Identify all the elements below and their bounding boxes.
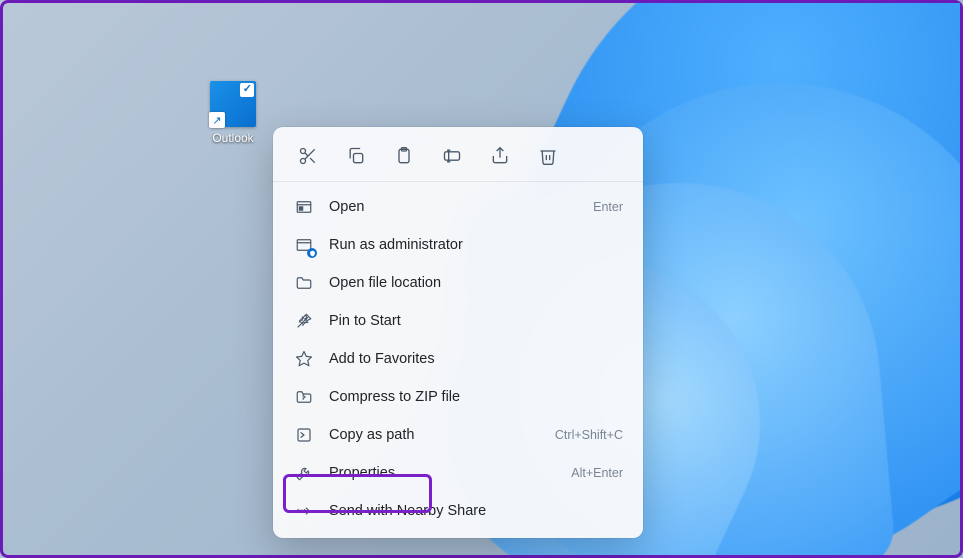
menu-item-label: Run as administrator	[329, 237, 623, 253]
app-window-icon	[293, 196, 315, 218]
wrench-icon	[293, 462, 315, 484]
menu-item-properties[interactable]: Properties Alt+Enter	[273, 454, 643, 492]
folder-icon	[293, 272, 315, 294]
trash-icon	[538, 146, 558, 166]
menu-item-compress-zip[interactable]: Compress to ZIP file	[273, 378, 643, 416]
menu-item-shortcut: Alt+Enter	[571, 466, 623, 480]
clipboard-icon	[394, 146, 414, 166]
menu-item-label: Compress to ZIP file	[329, 389, 623, 405]
menu-item-shortcut: Ctrl+Shift+C	[555, 428, 623, 442]
menu-item-copy-path[interactable]: Copy as path Ctrl+Shift+C	[273, 416, 643, 454]
desktop-icon-label: Outlook	[203, 131, 263, 145]
copy-path-icon	[293, 424, 315, 446]
menu-item-open-location[interactable]: Open file location	[273, 264, 643, 302]
delete-button[interactable]	[535, 143, 561, 169]
menu-item-label: Send with Nearby Share	[329, 503, 623, 519]
cut-button[interactable]	[295, 143, 321, 169]
menu-item-label: Pin to Start	[329, 313, 623, 329]
star-icon	[293, 348, 315, 370]
menu-item-label: Open file location	[329, 275, 623, 291]
menu-item-label: Open	[329, 199, 593, 215]
nearby-share-icon	[293, 500, 315, 522]
copy-button[interactable]	[343, 143, 369, 169]
outlook-icon: ↗	[210, 81, 256, 127]
pin-icon	[293, 310, 315, 332]
context-menu: Open Enter Run as administrator Open fil…	[273, 127, 643, 538]
menu-item-run-admin[interactable]: Run as administrator	[273, 226, 643, 264]
scissors-icon	[298, 146, 318, 166]
copy-icon	[346, 146, 366, 166]
menu-item-nearby-share[interactable]: Send with Nearby Share	[273, 492, 643, 530]
paste-button[interactable]	[391, 143, 417, 169]
rename-icon	[442, 146, 462, 166]
menu-item-label: Copy as path	[329, 427, 555, 443]
menu-item-add-favorites[interactable]: Add to Favorites	[273, 340, 643, 378]
menu-item-label: Properties	[329, 465, 571, 481]
desktop-shortcut-outlook[interactable]: ↗ Outlook	[203, 81, 263, 145]
menu-item-open[interactable]: Open Enter	[273, 188, 643, 226]
shortcut-overlay-icon: ↗	[209, 112, 225, 128]
zip-icon	[293, 386, 315, 408]
menu-item-pin-start[interactable]: Pin to Start	[273, 302, 643, 340]
share-button[interactable]	[487, 143, 513, 169]
rename-button[interactable]	[439, 143, 465, 169]
share-icon	[490, 146, 510, 166]
quick-actions-row	[273, 135, 643, 182]
menu-item-shortcut: Enter	[593, 200, 623, 214]
shield-admin-icon	[293, 234, 315, 256]
menu-item-label: Add to Favorites	[329, 351, 623, 367]
